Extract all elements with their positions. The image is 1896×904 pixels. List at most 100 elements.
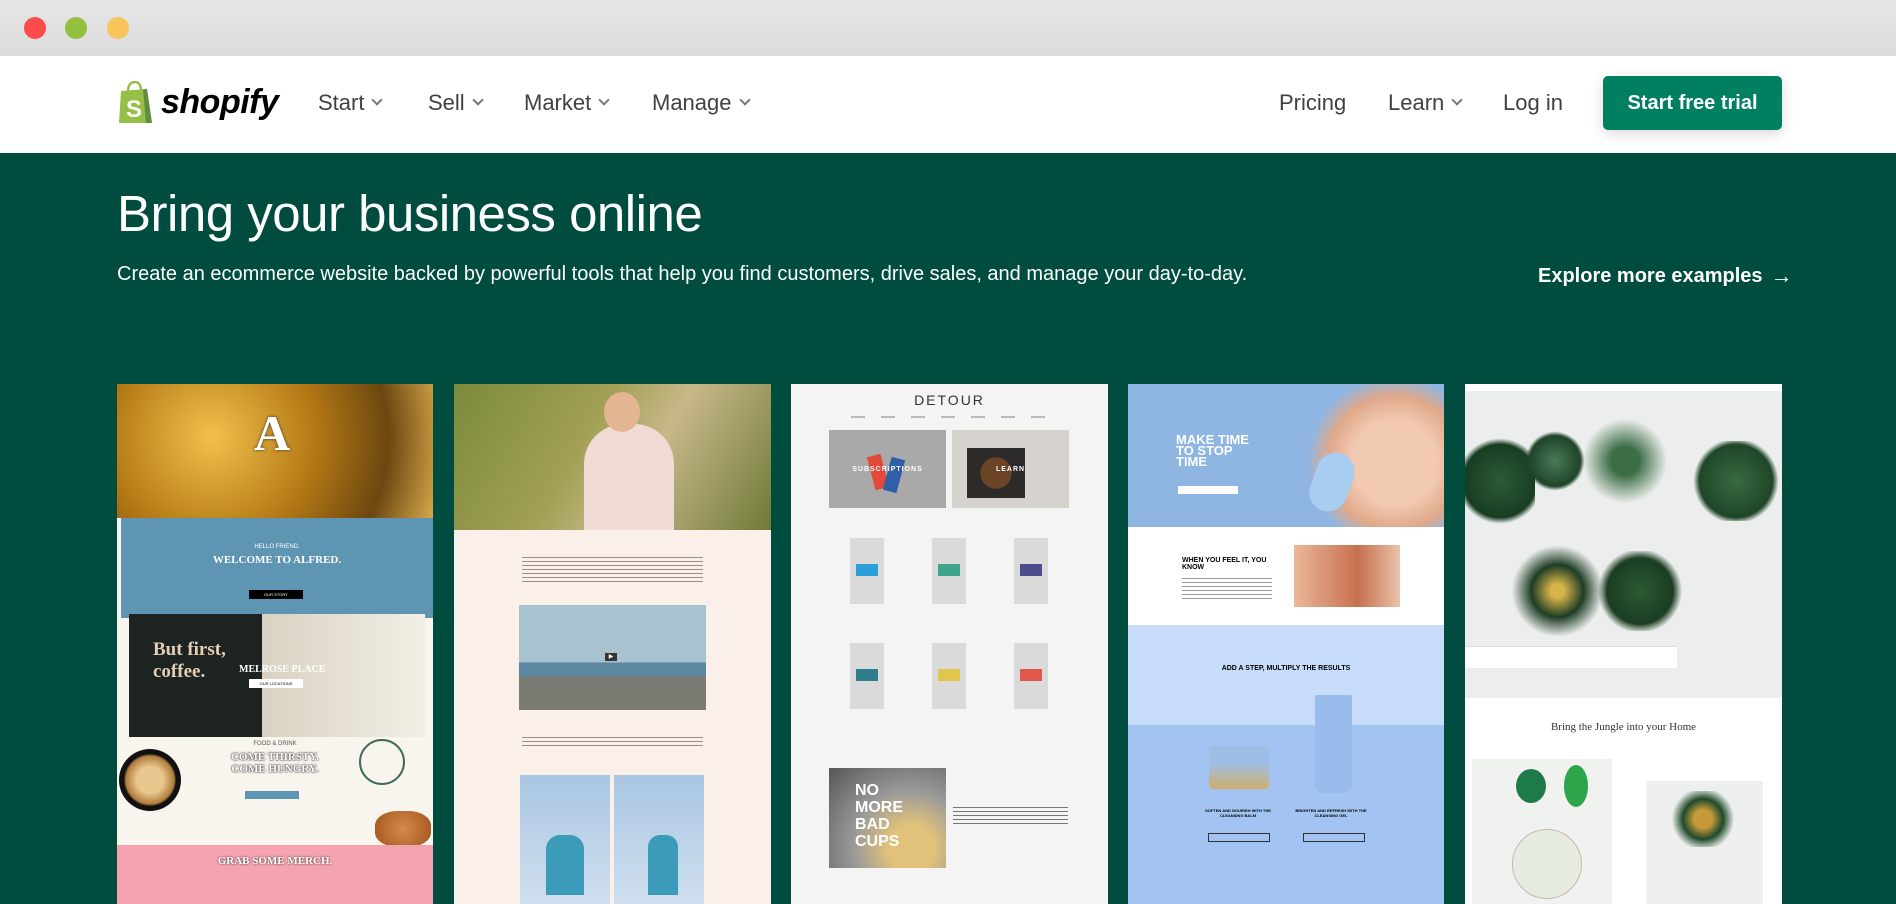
kicker-text: HELLO FRIEND,	[254, 544, 300, 550]
person-figure	[546, 835, 584, 895]
chevron-down-icon	[738, 94, 751, 106]
learn-tile: LEARN	[952, 430, 1069, 508]
leaves-image	[1472, 759, 1612, 904]
nav-login[interactable]: Log in	[1503, 90, 1563, 116]
shopping-bag-icon: S	[117, 80, 155, 124]
nav-start-label: Start	[318, 90, 365, 115]
our-story-button: OUR STORY	[249, 590, 303, 599]
shopify-logo[interactable]: S shopify	[117, 80, 279, 124]
product-bag	[932, 643, 966, 709]
play-icon: ▶	[605, 653, 617, 661]
logo-wordmark: shopify	[161, 82, 279, 121]
about-paragraph	[953, 804, 1068, 824]
merch-heading: GRAB SOME MERCH.	[217, 855, 333, 867]
chevron-down-icon	[1451, 94, 1463, 106]
page-title: Bring your business online	[117, 185, 703, 242]
chevron-down-icon	[371, 94, 384, 106]
shop-button	[1178, 486, 1238, 494]
badge-icon	[359, 739, 405, 785]
hero-section: MAKE TIME TO STOP TIME	[1128, 384, 1444, 527]
feature-section: WHEN YOU FEEL IT, YOU KNOW	[1128, 527, 1444, 625]
section-heading: Bring the Jungle into your Home	[1550, 721, 1697, 733]
nav-market-label: Market	[524, 90, 592, 115]
example-store-card[interactable]: DETOUR SUBSCRIPTIONS LEARN NO MORE BAD C…	[791, 384, 1108, 904]
lookbook-image	[614, 775, 704, 904]
promo-text: NO MORE BAD CUPS	[855, 782, 903, 850]
nav-start[interactable]: Start	[318, 90, 384, 116]
tile-label: LEARN	[995, 466, 1026, 473]
nav-sell-label: Sell	[428, 90, 465, 115]
food-heading: COME THIRSTY. COME HUNGRY.	[230, 751, 320, 775]
wall-text: But first, coffee.	[153, 639, 226, 682]
nav-login-label: Log in	[1503, 90, 1563, 115]
feature-paragraph	[1182, 575, 1272, 599]
example-store-card[interactable]: Bring the Jungle into your Home	[1465, 384, 1782, 904]
nav-learn-label: Learn	[1388, 90, 1445, 115]
hero-image	[1465, 391, 1782, 698]
plant-image	[1595, 551, 1685, 631]
subscriptions-tile: SUBSCRIPTIONS	[829, 430, 946, 508]
feature-heading: WHEN YOU FEEL IT, YOU KNOW	[1182, 557, 1267, 571]
nav-sell[interactable]: Sell	[428, 90, 484, 116]
example-store-card[interactable]: A HELLO FRIEND, WELCOME TO ALFRED. OUR S…	[117, 384, 433, 904]
nav-market[interactable]: Market	[524, 90, 610, 116]
lookbook-image	[520, 775, 610, 904]
food-section: FOOD & DRINK COME THIRSTY. COME HUNGRY.	[117, 739, 433, 847]
nav-manage[interactable]: Manage	[652, 90, 751, 116]
store-menu	[851, 416, 1051, 418]
detour-logo: DETOUR	[914, 392, 985, 408]
tile-label: SUBSCRIPTIONS	[852, 466, 923, 473]
models-image	[1294, 545, 1400, 607]
gel-tube	[1315, 695, 1352, 793]
example-store-card[interactable]: MAKE TIME TO STOP TIME WHEN YOU FEEL IT,…	[1128, 384, 1444, 904]
product-bag	[850, 538, 884, 604]
hero-image	[454, 384, 771, 530]
leaf-image	[1516, 769, 1546, 803]
welcome-section: HELLO FRIEND, WELCOME TO ALFRED. OUR STO…	[121, 518, 433, 618]
pineapple-plant	[1575, 411, 1675, 511]
shop-gel-button	[1303, 833, 1365, 842]
pastry-image	[375, 811, 431, 847]
top-navigation: S shopify Start Sell Market Manage Prici…	[0, 56, 1896, 153]
minimize-window-button[interactable]	[65, 17, 87, 39]
product-bag	[932, 538, 966, 604]
product-bag	[1014, 643, 1048, 709]
welcome-heading: WELCOME TO ALFRED.	[212, 554, 342, 566]
window-titlebar	[0, 0, 1896, 56]
explore-label: Explore more examples	[1538, 264, 1763, 287]
person-head	[604, 392, 640, 432]
nav-learn[interactable]: Learn	[1388, 90, 1463, 116]
close-window-button[interactable]	[24, 17, 46, 39]
person-figure	[648, 835, 678, 895]
hanging-plants-image	[1646, 781, 1763, 904]
nav-manage-label: Manage	[652, 90, 732, 115]
nav-pricing[interactable]: Pricing	[1279, 90, 1346, 116]
maximize-window-button[interactable]	[107, 17, 129, 39]
promo-image: NO MORE BAD CUPS	[829, 768, 946, 868]
bag-image	[882, 456, 906, 494]
nav-pricing-label: Pricing	[1279, 90, 1347, 115]
product-title: BRIGHTEN AND REFRESH WITH THE CLEANSING …	[1295, 808, 1367, 818]
products-section: ADD A STEP, MULTIPLY THE RESULTS SOFTEN …	[1128, 625, 1444, 904]
balm-jar	[1209, 746, 1269, 789]
menu-button	[245, 791, 299, 799]
latte-image	[119, 749, 181, 811]
hero-subtitle: Create an ecommerce website backed by po…	[117, 263, 1248, 285]
example-store-card[interactable]: ▶	[454, 384, 771, 904]
location-heading: MELROSE PLACE	[239, 664, 326, 675]
leaf-image	[1512, 829, 1582, 899]
start-free-trial-button[interactable]: Start free trial	[1603, 76, 1782, 130]
explore-more-examples-link[interactable]: Explore more examples →	[1538, 263, 1793, 289]
hero-headline: MAKE TIME TO STOP TIME	[1176, 432, 1249, 469]
plant-image	[1690, 441, 1782, 521]
chevron-down-icon	[472, 94, 484, 106]
person-figure	[584, 424, 674, 530]
product-title: SOFTEN AND NOURISH WITH THE CLEANSING BA…	[1205, 808, 1271, 818]
product-bag	[1014, 538, 1048, 604]
leaf-image	[1564, 765, 1588, 807]
chevron-down-icon	[598, 94, 610, 106]
citrus-tree	[1510, 546, 1605, 636]
svg-text:S: S	[126, 96, 142, 123]
shop-balm-button	[1208, 833, 1270, 842]
shelf	[1465, 646, 1677, 668]
